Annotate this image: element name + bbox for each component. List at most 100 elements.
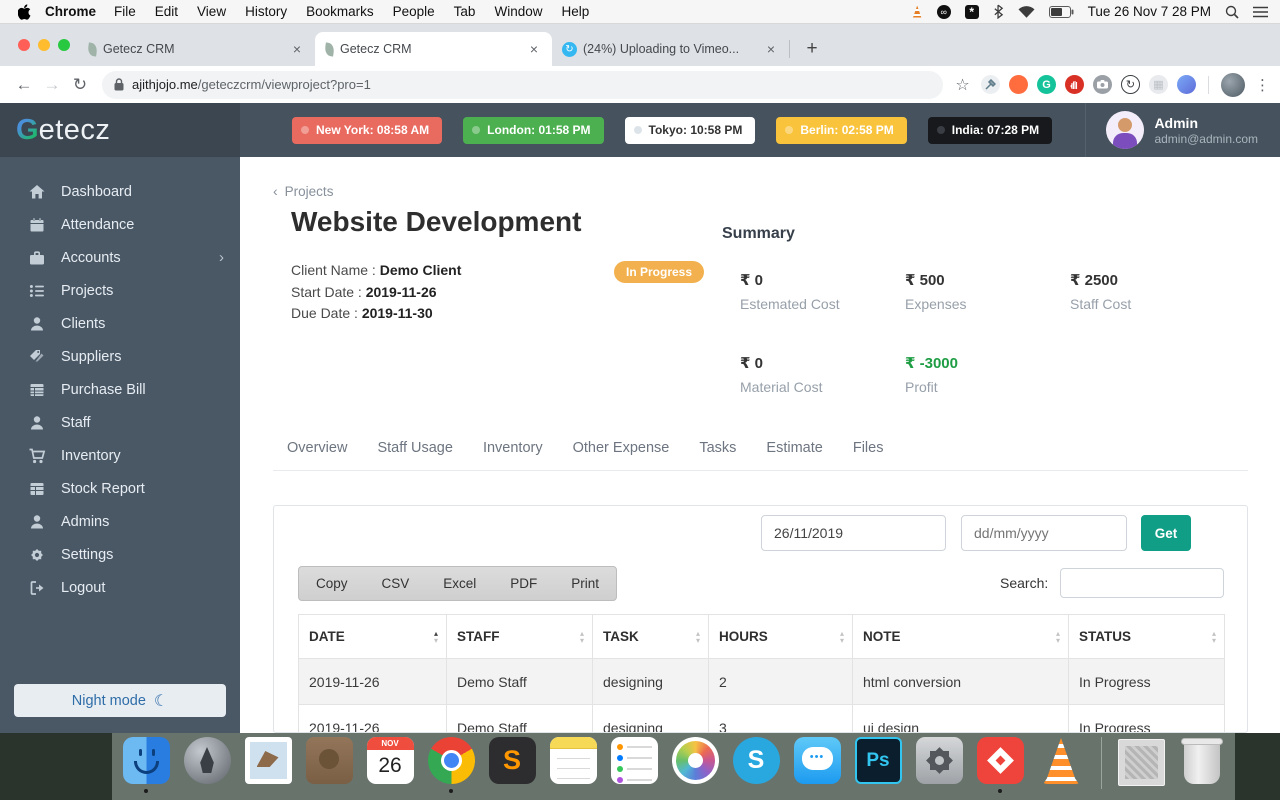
excel-button[interactable]: Excel (426, 567, 493, 600)
menu-history[interactable]: History (245, 4, 287, 19)
messages-dock-icon[interactable]: ••• (794, 737, 841, 784)
document-dock-icon[interactable] (1118, 739, 1165, 786)
spotlight-icon[interactable] (1225, 5, 1239, 19)
tab-estimate[interactable]: Estimate (766, 440, 822, 456)
menubar-clock[interactable]: Tue 26 Nov 7 28 PM (1088, 4, 1211, 19)
get-button[interactable]: Get (1141, 515, 1191, 551)
bluetooth-icon[interactable] (993, 4, 1004, 19)
menu-people[interactable]: People (393, 4, 435, 19)
sort-icon[interactable]: ▴▾ (580, 630, 584, 644)
tab-vimeo-upload[interactable]: ↻ (24%) Uploading to Vimeo... × (552, 32, 789, 66)
sidebar-item-stock-report[interactable]: Stock Report (0, 472, 240, 505)
creative-cloud-icon[interactable]: ∞ (937, 5, 951, 19)
night-mode-button[interactable]: Night mode☾ (14, 684, 226, 717)
pdf-button[interactable]: PDF (493, 567, 554, 600)
sidebar-item-accounts[interactable]: Accounts› (0, 241, 240, 274)
mail-dock-icon[interactable] (245, 737, 292, 784)
input-source-icon[interactable]: * (965, 5, 979, 19)
menu-edit[interactable]: Edit (155, 4, 178, 19)
reminders-dock-icon[interactable] (611, 737, 658, 784)
column-date[interactable]: DATE▴▾ (299, 615, 447, 659)
reload-icon[interactable]: ↻ (66, 75, 94, 95)
sublime-text-dock-icon[interactable]: S (489, 737, 536, 784)
sort-icon[interactable]: ▴▾ (434, 630, 438, 644)
search-input[interactable] (1060, 568, 1224, 598)
tab-getecz-crm-2-active[interactable]: Getecz CRM × (315, 32, 552, 66)
csv-button[interactable]: CSV (365, 567, 427, 600)
active-app-name[interactable]: Chrome (45, 4, 96, 19)
sidebar-item-staff[interactable]: Staff (0, 406, 240, 439)
launchpad-dock-icon[interactable] (184, 737, 231, 784)
tab-tasks[interactable]: Tasks (699, 440, 736, 456)
minimize-window-button[interactable] (38, 39, 50, 51)
sort-icon[interactable]: ▴▾ (840, 630, 844, 644)
date-to-input[interactable] (961, 515, 1127, 551)
tab-staff-usage[interactable]: Staff Usage (377, 440, 453, 456)
apple-icon[interactable] (18, 4, 31, 20)
moon-extension-icon[interactable] (1177, 75, 1196, 94)
menu-file[interactable]: File (114, 4, 136, 19)
copy-button[interactable]: Copy (299, 567, 365, 600)
print-button[interactable]: Print (554, 567, 616, 600)
close-window-button[interactable] (18, 39, 30, 51)
breadcrumb[interactable]: ‹Projects (273, 183, 333, 199)
sidebar-item-attendance[interactable]: Attendance (0, 208, 240, 241)
grid-extension-icon[interactable]: ▦ (1149, 75, 1168, 94)
camera-extension-icon[interactable] (1093, 75, 1112, 94)
notification-center-icon[interactable] (1253, 6, 1268, 18)
sidebar-item-dashboard[interactable]: Dashboard (0, 175, 240, 208)
date-from-input[interactable] (761, 515, 946, 551)
menu-tab[interactable]: Tab (454, 4, 476, 19)
chrome-dock-icon[interactable] (428, 737, 475, 784)
skype-dock-icon[interactable]: S (733, 737, 780, 784)
battery-icon[interactable] (1049, 6, 1074, 18)
trash-dock-icon[interactable] (1184, 740, 1220, 784)
user-menu[interactable]: Admin admin@admin.com (1085, 103, 1258, 157)
vlc-status-icon[interactable] (912, 6, 923, 18)
forward-icon[interactable]: → (38, 75, 66, 95)
tab-close-icon[interactable]: × (763, 41, 779, 57)
sidebar-item-settings[interactable]: Settings (0, 538, 240, 571)
sidebar-item-projects[interactable]: Projects (0, 274, 240, 307)
zoom-window-button[interactable] (58, 39, 70, 51)
eyedropper-extension-icon[interactable] (981, 75, 1000, 94)
finder-dock-icon[interactable] (123, 737, 170, 784)
table-row[interactable]: 2019-11-26 Demo Staff designing 3 ui des… (299, 705, 1225, 734)
tab-overview[interactable]: Overview (287, 440, 347, 456)
address-bar[interactable]: ajithjojo.me/geteczcrm/viewproject?pro=1 (102, 71, 943, 99)
menu-window[interactable]: Window (494, 4, 542, 19)
menu-view[interactable]: View (197, 4, 226, 19)
notes-dock-icon[interactable] (550, 737, 597, 784)
tab-close-icon[interactable]: × (526, 41, 542, 57)
photos-dock-icon[interactable] (672, 737, 719, 784)
tab-other-expense[interactable]: Other Expense (573, 440, 670, 456)
system-preferences-dock-icon[interactable] (916, 737, 963, 784)
tab-close-icon[interactable]: × (289, 41, 305, 57)
sidebar-item-admins[interactable]: Admins (0, 505, 240, 538)
sort-icon[interactable]: ▴▾ (1056, 630, 1060, 644)
column-task[interactable]: TASK▴▾ (593, 615, 709, 659)
menu-bookmarks[interactable]: Bookmarks (306, 4, 374, 19)
tab-inventory[interactable]: Inventory (483, 440, 543, 456)
blocker-hand-extension-icon[interactable] (1065, 75, 1084, 94)
sort-icon[interactable]: ▴▾ (696, 630, 700, 644)
sidebar-item-purchase-bill[interactable]: Purchase Bill (0, 373, 240, 406)
photoshop-dock-icon[interactable]: Ps (855, 737, 902, 784)
contacts-dock-icon[interactable] (306, 737, 353, 784)
sidebar-item-inventory[interactable]: Inventory (0, 439, 240, 472)
tab-files[interactable]: Files (853, 440, 884, 456)
sidebar-item-suppliers[interactable]: Suppliers (0, 340, 240, 373)
column-hours[interactable]: HOURS▴▾ (709, 615, 853, 659)
sync-extension-icon[interactable]: ↻ (1121, 75, 1140, 94)
vlc-dock-icon[interactable] (1038, 737, 1085, 784)
calendar-dock-icon[interactable]: NOV26 (367, 737, 414, 784)
sidebar-item-clients[interactable]: Clients (0, 307, 240, 340)
sidebar-item-logout[interactable]: Logout (0, 571, 240, 604)
flame-extension-icon[interactable] (1009, 75, 1028, 94)
column-status[interactable]: STATUS▴▾ (1069, 615, 1225, 659)
table-row[interactable]: 2019-11-26 Demo Staff designing 2 html c… (299, 659, 1225, 705)
browser-menu-kebab-icon[interactable]: ⋮ (1255, 76, 1270, 94)
bookmark-star-icon[interactable]: ☆ (953, 75, 972, 94)
column-staff[interactable]: STAFF▴▾ (447, 615, 593, 659)
grammarly-extension-icon[interactable]: G (1037, 75, 1056, 94)
